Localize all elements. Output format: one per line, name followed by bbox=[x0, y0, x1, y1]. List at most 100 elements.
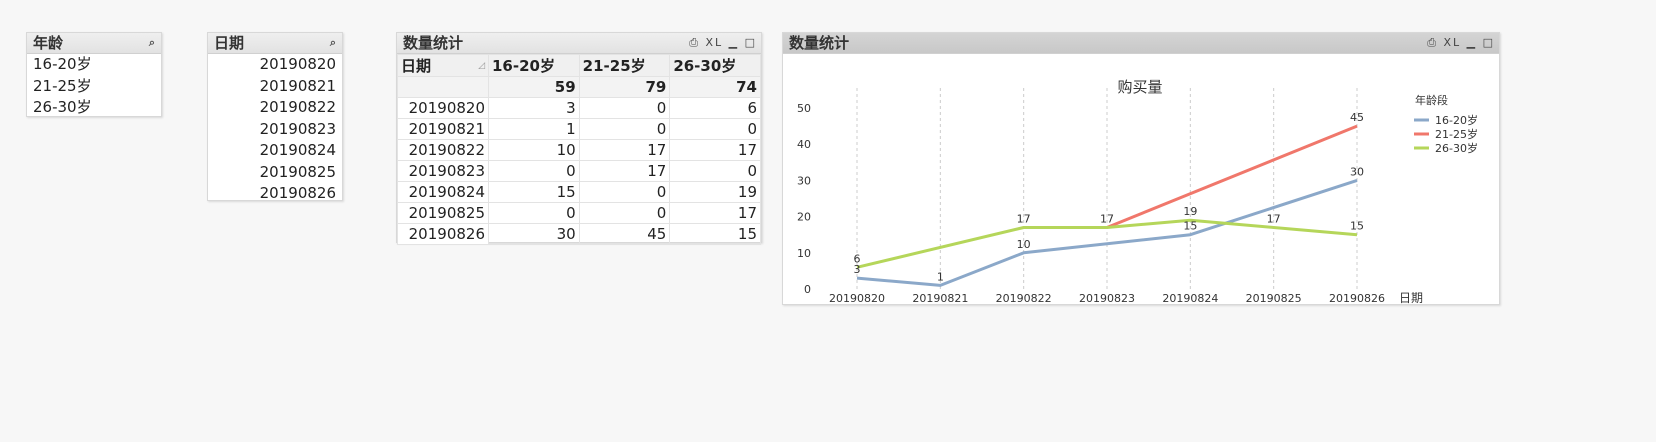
table-cell: 17 bbox=[669, 202, 761, 224]
table-row: 20190824 15 0 19 bbox=[397, 181, 761, 203]
chart-title: 购买量 bbox=[1117, 78, 1162, 96]
table-cell: 17 bbox=[669, 139, 761, 161]
totals-row: 59 79 74 bbox=[397, 76, 761, 98]
chart-panel-title: 数量统计 bbox=[789, 34, 850, 52]
column-header[interactable]: 16-20岁 bbox=[488, 54, 580, 77]
row-date[interactable]: 20190826 bbox=[397, 223, 489, 245]
date-listbox-title: 日期 bbox=[214, 34, 245, 52]
table-cell: 10 bbox=[488, 139, 580, 161]
column-header[interactable]: 26-30岁 bbox=[669, 54, 761, 77]
x-tick-label: 20190826 bbox=[1329, 292, 1385, 304]
list-item[interactable]: 20190822 bbox=[208, 97, 342, 119]
row-date[interactable]: 20190823 bbox=[397, 160, 489, 182]
column-header-date[interactable]: 日期 ◿ bbox=[397, 54, 489, 77]
table-row: 20190826 30 45 15 bbox=[397, 223, 761, 245]
table-cell: 3 bbox=[488, 97, 580, 119]
row-date[interactable]: 20190825 bbox=[397, 202, 489, 224]
x-tick-label: 20190820 bbox=[829, 292, 885, 304]
date-listbox-caption[interactable]: 日期 ⌕ bbox=[208, 33, 342, 54]
x-tick-label: 20190824 bbox=[1162, 292, 1218, 304]
search-icon[interactable]: ⌕ bbox=[149, 33, 155, 53]
data-label: 19 bbox=[1183, 205, 1197, 218]
search-icon[interactable]: ⌕ bbox=[330, 33, 336, 53]
table-cell: 0 bbox=[488, 202, 580, 224]
pivot-table: 日期 ◿ 16-20岁 21-25岁 26-30岁 59 79 74 20190… bbox=[397, 54, 761, 245]
table-cell: 45 bbox=[578, 223, 671, 245]
sort-icon[interactable]: ◿ bbox=[478, 61, 485, 71]
legend-label: 21-25岁 bbox=[1435, 127, 1478, 141]
date-listbox: 日期 ⌕ 20190820 20190821 20190822 20190823… bbox=[207, 32, 343, 202]
window-controls-icon[interactable]: ⎙ XL ▁ □ bbox=[689, 33, 757, 53]
table-cell: 0 bbox=[578, 181, 671, 203]
pivot-table-panel: 数量统计 ⎙ XL ▁ □ 日期 ◿ 16-20岁 21-25岁 26-30岁 … bbox=[396, 32, 762, 245]
x-tick-label: 20190822 bbox=[996, 292, 1052, 304]
y-tick-label: 20 bbox=[797, 211, 811, 224]
table-cell: 15 bbox=[488, 181, 580, 203]
table-cell: 17 bbox=[578, 160, 671, 182]
table-cell: 1 bbox=[488, 118, 580, 140]
table-cell: 19 bbox=[669, 181, 761, 203]
table-row: 20190825 0 0 17 bbox=[397, 202, 761, 224]
table-cell: 0 bbox=[578, 97, 671, 119]
table-cell: 0 bbox=[669, 118, 761, 140]
pivot-caption[interactable]: 数量统计 ⎙ XL ▁ □ bbox=[397, 33, 761, 54]
data-label: 17 bbox=[1017, 212, 1031, 225]
data-label: 10 bbox=[1017, 238, 1031, 251]
table-cell: 0 bbox=[578, 118, 671, 140]
list-item[interactable]: 20190825 bbox=[208, 162, 342, 184]
data-label: 1 bbox=[937, 270, 944, 283]
y-tick-label: 10 bbox=[797, 247, 811, 260]
total-cell: 74 bbox=[669, 76, 761, 98]
table-row: 20190822 10 17 17 bbox=[397, 139, 761, 161]
data-label: 15 bbox=[1183, 220, 1197, 233]
table-cell: 30 bbox=[488, 223, 580, 245]
table-cell: 17 bbox=[578, 139, 671, 161]
table-cell: 15 bbox=[669, 223, 761, 245]
list-item[interactable]: 16-20岁 bbox=[27, 54, 161, 76]
table-cell: 6 bbox=[669, 97, 761, 119]
legend-label: 16-20岁 bbox=[1435, 113, 1478, 127]
total-cell: 79 bbox=[578, 76, 671, 98]
data-label: 17 bbox=[1100, 212, 1114, 225]
list-item[interactable]: 20190821 bbox=[208, 76, 342, 98]
total-cell: 59 bbox=[488, 76, 580, 98]
data-label: 45 bbox=[1350, 111, 1364, 124]
row-date[interactable]: 20190824 bbox=[397, 181, 489, 203]
list-item[interactable]: 26-30岁 bbox=[27, 97, 161, 119]
column-header[interactable]: 21-25岁 bbox=[578, 54, 671, 77]
x-tick-label: 20190825 bbox=[1246, 292, 1302, 304]
age-listbox-caption[interactable]: 年龄 ⌕ bbox=[27, 33, 161, 54]
data-label: 17 bbox=[1267, 212, 1281, 225]
table-cell: 0 bbox=[578, 202, 671, 224]
row-date[interactable]: 20190822 bbox=[397, 139, 489, 161]
row-date[interactable]: 20190820 bbox=[397, 97, 489, 119]
list-item[interactable]: 20190820 bbox=[208, 54, 342, 76]
data-label: 6 bbox=[854, 252, 861, 265]
list-item[interactable]: 20190824 bbox=[208, 140, 342, 162]
data-label: 30 bbox=[1350, 165, 1364, 178]
list-item[interactable]: 20190823 bbox=[208, 119, 342, 141]
table-row: 20190821 1 0 0 bbox=[397, 118, 761, 140]
x-tick-label: 20190823 bbox=[1079, 292, 1135, 304]
y-tick-label: 30 bbox=[797, 174, 811, 187]
chart-panel: 数量统计 ⎙ XL ▁ □ 购买量 0 10 20 30 40 50 20190820 2019… bbox=[782, 32, 1500, 305]
age-listbox-title: 年龄 bbox=[33, 34, 64, 52]
line-chart: 购买量 0 10 20 30 40 50 20190820 20190821 20190822 20… bbox=[797, 78, 1478, 304]
x-axis-label: 日期 bbox=[1399, 291, 1423, 304]
y-tick-label: 40 bbox=[797, 138, 811, 151]
y-tick-label: 0 bbox=[804, 283, 811, 296]
row-date[interactable]: 20190821 bbox=[397, 118, 489, 140]
window-controls-icon[interactable]: ⎙ XL ▁ □ bbox=[1427, 33, 1495, 53]
legend-label: 26-30岁 bbox=[1435, 141, 1478, 155]
table-row: 20190823 0 17 0 bbox=[397, 160, 761, 182]
table-cell: 0 bbox=[488, 160, 580, 182]
legend-title: 年龄段 bbox=[1415, 93, 1448, 107]
chart-caption[interactable]: 数量统计 ⎙ XL ▁ □ bbox=[783, 33, 1499, 54]
x-tick-label: 20190821 bbox=[912, 292, 968, 304]
pivot-title: 数量统计 bbox=[403, 34, 464, 52]
list-item[interactable]: 21-25岁 bbox=[27, 76, 161, 98]
list-item[interactable]: 20190826 bbox=[208, 183, 342, 205]
data-label: 15 bbox=[1350, 220, 1364, 233]
age-listbox: 年龄 ⌕ 16-20岁 21-25岁 26-30岁 bbox=[26, 32, 162, 117]
table-row: 20190820 3 0 6 bbox=[397, 97, 761, 119]
